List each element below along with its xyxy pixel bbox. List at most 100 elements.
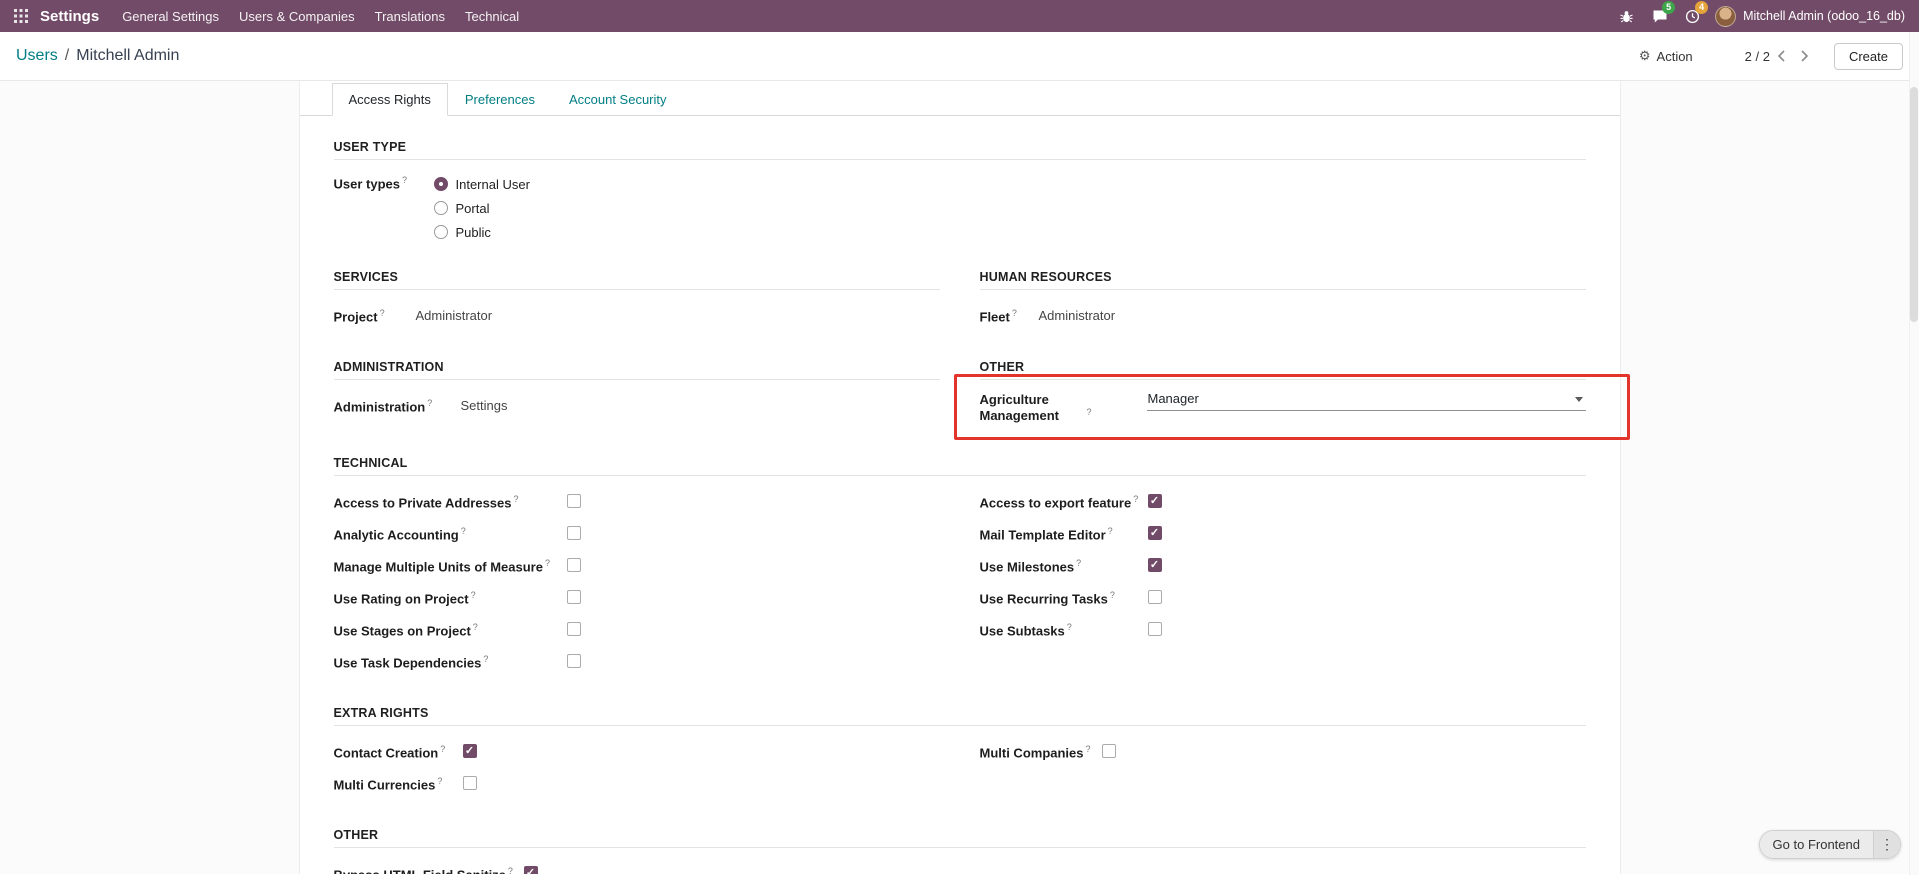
group-services: SERVICES Project? Administrator — [333, 270, 940, 334]
pager-value[interactable]: 2 / 2 — [1745, 49, 1770, 64]
checkbox-use-milestones[interactable] — [1147, 558, 1162, 572]
section-title-extra-rights: EXTRA RIGHTS — [333, 706, 1586, 726]
field-use-subtasks: Use Subtasks? — [980, 616, 1586, 642]
help-icon: ? — [507, 865, 513, 874]
radio-label: Public — [455, 224, 491, 240]
checkbox-contact-creation[interactable] — [462, 744, 477, 758]
help-icon: ? — [440, 743, 446, 754]
help-icon: ? — [437, 775, 443, 786]
breadcrumb-users-link[interactable]: Users — [16, 47, 58, 65]
field-value-administration: Settings — [460, 397, 508, 413]
app-name[interactable]: Settings — [36, 0, 112, 32]
checkbox-access-export-feature[interactable] — [1147, 494, 1162, 508]
go-to-frontend-button[interactable]: Go to Frontend — [1759, 831, 1873, 858]
create-button[interactable]: Create — [1833, 42, 1903, 70]
radio-label: Internal User — [455, 176, 530, 192]
field-label-fleet: Fleet? — [979, 307, 1017, 325]
tab-preferences[interactable]: Preferences — [448, 83, 552, 116]
help-icon: ? — [379, 307, 385, 318]
activities-menu-button[interactable]: 4 — [1676, 0, 1709, 32]
radio-option-internal-user[interactable]: Internal User — [433, 172, 530, 196]
group-administration: ADMINISTRATION Administration? Settings — [333, 360, 940, 430]
group-human-resources: HUMAN RESOURCES Fleet? Administrator — [979, 270, 1586, 334]
checkbox-access-private-addresses[interactable] — [566, 494, 581, 508]
tab-access-rights[interactable]: Access Rights — [331, 83, 448, 116]
scrollbar-thumb[interactable] — [1910, 87, 1918, 322]
checkbox-use-subtasks[interactable] — [1147, 622, 1162, 636]
checkbox-use-stages-on-project[interactable] — [566, 622, 581, 636]
row-services-hr: SERVICES Project? Administrator HUMAN RE… — [333, 270, 1586, 334]
field-value-project: Administrator — [415, 307, 493, 323]
dropdown-caret-icon — [1574, 396, 1583, 402]
help-icon: ? — [1086, 406, 1092, 417]
help-icon: ? — [483, 653, 489, 664]
field-label: Use Stages on Project? — [333, 621, 478, 639]
checkbox-use-rating-on-project[interactable] — [566, 590, 581, 604]
menu-translations[interactable]: Translations — [365, 0, 455, 32]
chevron-left-icon — [1777, 49, 1785, 62]
action-label: Action — [1656, 48, 1693, 64]
menu-technical[interactable]: Technical — [455, 0, 529, 32]
help-icon: ? — [1085, 743, 1091, 754]
help-icon: ? — [1133, 493, 1139, 504]
help-icon: ? — [1066, 621, 1072, 632]
apps-menu-button[interactable] — [6, 0, 36, 32]
kebab-menu-icon[interactable]: ⋮ — [1873, 831, 1900, 858]
help-icon: ? — [401, 175, 407, 185]
help-icon: ? — [472, 621, 478, 632]
action-menu-button[interactable]: ⚙ Action — [1633, 47, 1699, 65]
checkbox-manage-multiple-uom[interactable] — [566, 558, 581, 572]
radio-option-public[interactable]: Public — [433, 220, 530, 244]
radio-internal-user[interactable] — [433, 177, 448, 191]
field-label: Use Subtasks? — [979, 621, 1072, 639]
field-label: Use Milestones? — [979, 557, 1082, 575]
breadcrumb-current: Mitchell Admin — [76, 47, 180, 64]
form-sheet: Access Rights Preferences Account Securi… — [298, 81, 1630, 874]
field-use-recurring-tasks: Use Recurring Tasks? — [980, 584, 1586, 610]
help-icon: ? — [1011, 307, 1017, 318]
menu-general-settings[interactable]: General Settings — [112, 0, 229, 32]
pager-previous-button[interactable] — [1770, 48, 1793, 67]
group-technical: TECHNICAL Access to Private Addresses? A… — [333, 456, 1586, 680]
menu-users-companies[interactable]: Users & Companies — [229, 0, 365, 32]
other-bottom-left-column: Bypass HTML Field Sanitize? — [334, 860, 940, 874]
form-view: Access Rights Preferences Account Securi… — [0, 81, 1919, 874]
technical-right-column: Access to export feature? Mail Template … — [980, 488, 1586, 680]
radio-label: Portal — [455, 200, 490, 216]
messages-menu-button[interactable]: 5 — [1643, 0, 1676, 32]
radio-option-portal[interactable]: Portal — [433, 196, 530, 220]
checkbox-multi-companies[interactable] — [1101, 744, 1116, 758]
gear-icon: ⚙ — [1638, 48, 1651, 63]
checkbox-mail-template-editor[interactable] — [1147, 526, 1162, 540]
checkbox-multi-currencies[interactable] — [462, 776, 477, 790]
help-icon: ? — [470, 589, 476, 600]
user-menu[interactable]: Mitchell Admin (odoo_16_db) — [1709, 5, 1911, 27]
messages-badge: 5 — [1662, 1, 1676, 14]
field-label: Bypass HTML Field Sanitize? — [334, 863, 524, 874]
radio-public[interactable] — [433, 225, 448, 239]
field-label: Mail Template Editor? — [979, 525, 1113, 543]
checkbox-analytic-accounting[interactable] — [566, 526, 581, 540]
field-agriculture-management: Agriculture Management? Manager — [980, 392, 1586, 424]
go-to-frontend-widget: Go to Frontend ⋮ — [1758, 830, 1901, 859]
field-project: Project? Administrator — [334, 302, 940, 328]
extra-rights-left-column: Contact Creation? Multi Currencies? — [334, 738, 940, 802]
main-menu: General Settings Users & Companies Trans… — [112, 0, 529, 32]
checkbox-use-recurring-tasks[interactable] — [1147, 590, 1162, 604]
radio-portal[interactable] — [433, 201, 448, 215]
tab-account-security[interactable]: Account Security — [552, 83, 684, 116]
agriculture-management-select[interactable]: Manager — [1146, 392, 1586, 411]
section-title-other: OTHER — [979, 360, 1586, 380]
help-icon: ? — [1076, 557, 1082, 568]
help-icon: ? — [427, 397, 433, 408]
control-panel-buttons: ⚙ Action 2 / 2 Create — [1633, 42, 1903, 70]
systray: 5 4 Mitchell Admin (odoo_16_db) — [1610, 0, 1919, 32]
bug-icon — [1620, 10, 1633, 22]
checkbox-bypass-html-field-sanitize[interactable] — [523, 866, 538, 874]
field-label-user-types: User types? — [333, 175, 408, 192]
checkbox-use-task-dependencies[interactable] — [566, 654, 581, 668]
scrollbar-track[interactable] — [1909, 32, 1919, 875]
pager-next-button[interactable] — [1793, 48, 1816, 67]
breadcrumb-separator: / — [64, 47, 70, 64]
debug-mode-button[interactable] — [1610, 0, 1643, 32]
